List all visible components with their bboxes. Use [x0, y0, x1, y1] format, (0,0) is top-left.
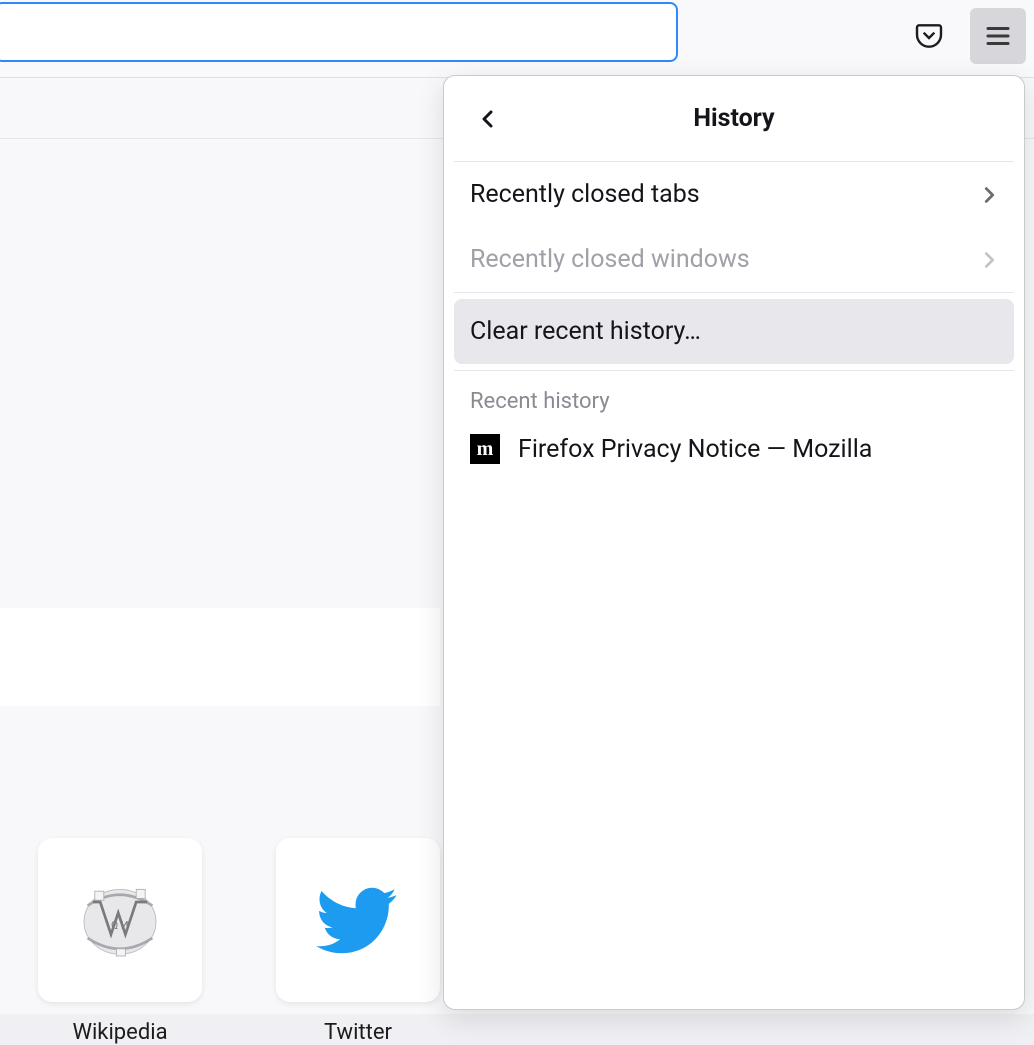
clear-recent-history-button[interactable]: Clear recent history… [454, 299, 1014, 364]
search-strip [0, 608, 440, 706]
row-label: Clear recent history… [470, 317, 701, 346]
topsite-card: Ω И [38, 838, 202, 1002]
topsite-label: Twitter [324, 1020, 392, 1045]
history-panel: History Recently closed tabs Recently cl… [443, 75, 1025, 1010]
hamburger-icon [983, 21, 1013, 51]
recent-history-label: Recent history [444, 371, 1024, 422]
recently-closed-tabs-row[interactable]: Recently closed tabs [444, 162, 1024, 227]
browser-toolbar [0, 0, 1034, 78]
row-label: Recently closed tabs [470, 180, 700, 209]
topsite-card [276, 838, 440, 1002]
history-entry[interactable]: m Firefox Privacy Notice — Mozilla [444, 422, 1024, 476]
address-bar[interactable] [0, 2, 678, 62]
chevron-right-icon [978, 249, 1000, 271]
panel-back-button[interactable] [468, 99, 508, 139]
panel-title: History [693, 104, 774, 133]
panel-header: History [454, 76, 1014, 162]
toolbar-right-group [904, 8, 1026, 64]
wikipedia-icon: Ω И [75, 875, 165, 965]
svg-text:Ω И: Ω И [111, 919, 129, 932]
row-label: Recently closed windows [470, 245, 750, 274]
twitter-icon [316, 878, 400, 962]
history-entry-title: Firefox Privacy Notice — Mozilla [518, 435, 872, 464]
chevron-left-icon [476, 107, 500, 131]
app-menu-button[interactable] [970, 8, 1026, 64]
pocket-icon [913, 20, 945, 52]
recently-closed-windows-row: Recently closed windows [444, 227, 1024, 292]
separator [454, 292, 1014, 293]
topsite-label: Wikipedia [72, 1020, 167, 1045]
panel-section: Recently closed tabs Recently closed win… [444, 162, 1024, 292]
pocket-button[interactable] [904, 11, 954, 61]
chevron-right-icon [978, 184, 1000, 206]
mozilla-favicon: m [470, 434, 500, 464]
